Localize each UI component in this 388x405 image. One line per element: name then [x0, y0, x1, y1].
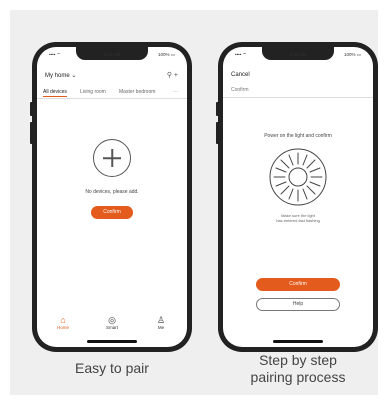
tab-master-bedroom[interactable]: Master bedroom [119, 89, 155, 95]
nav-me[interactable]: ♙ Me [146, 315, 176, 330]
battery-icon: 100% ▭ [343, 52, 361, 57]
hint-line: has entered fast flashing [276, 218, 320, 223]
status-bar: •••• ⌔ 9:41 AM 100% ▭ [223, 52, 373, 60]
step-label: Confirm [231, 87, 249, 93]
smart-icon: ◎ [108, 315, 116, 325]
light-bulb-flashing-icon [269, 148, 327, 206]
caption-line: Step by step [259, 352, 337, 368]
confirm-button[interactable]: Confirm [256, 278, 340, 291]
nav-label: Smart [105, 325, 118, 330]
battery-icon: 100% ▭ [157, 52, 175, 57]
help-button[interactable]: Help [256, 298, 340, 311]
home-indicator [87, 340, 137, 343]
nav-home[interactable]: ⌂ Home [48, 315, 78, 330]
phone-side-button [30, 102, 33, 116]
nav-label: Home [56, 325, 69, 330]
caption-pairing-process: Step by step pairing process [218, 352, 378, 386]
caption-line: pairing process [250, 369, 346, 385]
more-tabs-icon[interactable]: ⋯ [173, 89, 178, 95]
room-tabs: All devices Living room Master bedroom ⋯ [37, 87, 187, 99]
phone-screen: •••• ⌔ 9:41 AM 100% ▭ My home ⌄ ⚲ + All … [37, 47, 187, 347]
phone-side-button [30, 122, 33, 144]
phone-side-button [216, 102, 219, 116]
header-actions[interactable]: ⚲ + [167, 71, 178, 79]
empty-state-text: No devices, please add. [85, 189, 139, 195]
home-selector[interactable]: My home ⌄ [45, 72, 76, 79]
caption-easy-to-pair: Easy to pair [75, 360, 149, 376]
home-indicator [273, 340, 323, 343]
phone-easy-to-pair: •••• ⌔ 9:41 AM 100% ▭ My home ⌄ ⚲ + All … [30, 42, 192, 352]
hint-text: Make sure the light has entered fast fla… [223, 213, 373, 223]
tab-living-room[interactable]: Living room [80, 89, 106, 95]
phone-pairing-process: •••• ⌔ 9:41 AM 100% ▭ Cancel Confirm Pow… [216, 42, 378, 352]
nav-label: Me [157, 325, 165, 330]
status-bar: •••• ⌔ 9:41 AM 100% ▭ [37, 52, 187, 60]
tab-all-devices[interactable]: All devices [43, 89, 67, 97]
divider [223, 97, 373, 98]
home-icon: ⌂ [60, 315, 66, 325]
nav-smart[interactable]: ◎ Smart [97, 315, 127, 330]
phone-screen: •••• ⌔ 9:41 AM 100% ▭ Cancel Confirm Pow… [223, 47, 373, 347]
cancel-link[interactable]: Cancel [231, 72, 250, 78]
confirm-button[interactable]: Confirm [91, 206, 133, 219]
instruction-text: Power on the light and confirm [264, 133, 332, 139]
add-device-icon[interactable] [93, 139, 131, 177]
person-icon: ♙ [156, 315, 166, 325]
phone-side-button [216, 122, 219, 144]
background-panel: •••• ⌔ 9:41 AM 100% ▭ My home ⌄ ⚲ + All … [10, 10, 378, 395]
